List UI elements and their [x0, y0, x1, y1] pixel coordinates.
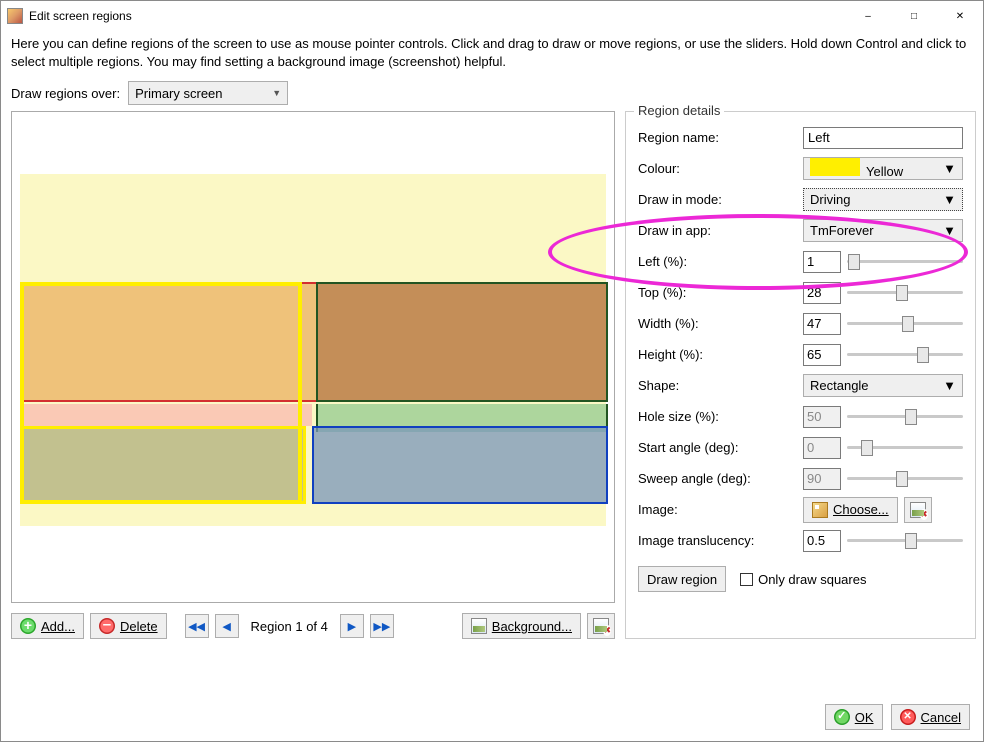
- translucency-input[interactable]: [803, 530, 841, 552]
- start-angle-slider: [847, 437, 963, 459]
- draw-app-label: Draw in app:: [638, 223, 803, 238]
- width-input[interactable]: [803, 313, 841, 335]
- clear-image-button[interactable]: [904, 497, 932, 523]
- nav-prev-button[interactable]: ◀: [215, 614, 239, 638]
- top-input[interactable]: [803, 282, 841, 304]
- delete-icon: [99, 618, 115, 634]
- delete-label: Delete: [120, 619, 158, 634]
- draw-mode-label: Draw in mode:: [638, 192, 803, 207]
- draw-app-combo[interactable]: TmForever ▼: [803, 219, 963, 242]
- delete-button[interactable]: Delete: [90, 613, 167, 639]
- add-label: Add...: [41, 619, 75, 634]
- shape-value: Rectangle: [810, 378, 869, 393]
- ok-button[interactable]: OK: [825, 704, 883, 730]
- hole-label: Hole size (%):: [638, 409, 803, 424]
- only-squares-checkbox[interactable]: Only draw squares: [740, 572, 866, 587]
- nav-page-label: Region 1 of 4: [251, 619, 328, 634]
- region-name-input[interactable]: [803, 127, 963, 149]
- draw-app-value: TmForever: [810, 223, 874, 238]
- colour-swatch: [810, 158, 860, 176]
- translucency-label: Image translucency:: [638, 533, 803, 548]
- left-label: Left (%):: [638, 254, 803, 269]
- app-icon: [7, 8, 23, 24]
- close-button[interactable]: ✕: [937, 1, 983, 31]
- draw-region-label: Draw region: [647, 572, 717, 587]
- start-angle-input: [803, 437, 841, 459]
- add-icon: [20, 618, 36, 634]
- checkbox-box: [740, 573, 753, 586]
- titlebar: Edit screen regions – □ ✕: [1, 1, 983, 31]
- colour-label: Colour:: [638, 161, 803, 176]
- ok-icon: [834, 709, 850, 725]
- window-title: Edit screen regions: [29, 9, 845, 23]
- cancel-button[interactable]: Cancel: [891, 704, 970, 730]
- nav-last-button[interactable]: ▶▶: [370, 614, 394, 638]
- draw-mode-combo[interactable]: Driving ▼: [803, 188, 963, 211]
- only-squares-label: Only draw squares: [758, 572, 866, 587]
- cancel-icon: [900, 709, 916, 725]
- background-button[interactable]: Background...: [462, 613, 581, 639]
- maximize-button[interactable]: □: [891, 1, 937, 31]
- chevron-down-icon: ▼: [943, 378, 956, 393]
- clear-image-icon: [593, 618, 609, 634]
- height-input[interactable]: [803, 344, 841, 366]
- draw-over-label: Draw regions over:: [11, 86, 120, 101]
- region-canvas[interactable]: [11, 111, 615, 603]
- start-angle-label: Start angle (deg):: [638, 440, 803, 455]
- chevron-down-icon: ▼: [943, 192, 956, 207]
- cancel-label: Cancel: [921, 710, 961, 725]
- image-icon: [471, 618, 487, 634]
- intro-text: Here you can define regions of the scree…: [11, 35, 973, 71]
- translucency-slider[interactable]: [847, 530, 963, 552]
- region-name-label: Region name:: [638, 130, 803, 145]
- hole-slider: [847, 406, 963, 428]
- draw-over-combo[interactable]: Primary screen ▼: [128, 81, 288, 105]
- choose-label: Choose...: [833, 502, 889, 517]
- colour-combo[interactable]: Yellow ▼: [803, 157, 963, 180]
- width-label: Width (%):: [638, 316, 803, 331]
- draw-mode-value: Driving: [810, 192, 850, 207]
- left-slider[interactable]: [847, 251, 963, 273]
- add-button[interactable]: Add...: [11, 613, 84, 639]
- minimize-button[interactable]: –: [845, 1, 891, 31]
- details-legend: Region details: [634, 103, 724, 118]
- nav-next-button[interactable]: ▶: [340, 614, 364, 638]
- choose-image-button[interactable]: Choose...: [803, 497, 898, 523]
- background-label: Background...: [492, 619, 572, 634]
- region-details-group: Region details Region name: Colour: Yell…: [625, 111, 976, 639]
- height-slider[interactable]: [847, 344, 963, 366]
- region-green[interactable]: [316, 282, 608, 402]
- chevron-down-icon: ▼: [943, 223, 956, 238]
- chevron-down-icon: ▼: [943, 161, 956, 176]
- image-label: Image:: [638, 502, 803, 517]
- clear-image-icon: [910, 502, 926, 518]
- region-blue[interactable]: [312, 426, 608, 504]
- region-yellow-bottom[interactable]: [20, 426, 306, 504]
- sweep-angle-input: [803, 468, 841, 490]
- top-label: Top (%):: [638, 285, 803, 300]
- chevron-down-icon: ▼: [272, 88, 281, 98]
- pencil-icon: [812, 502, 828, 518]
- hole-input: [803, 406, 841, 428]
- top-slider[interactable]: [847, 282, 963, 304]
- draw-over-value: Primary screen: [135, 86, 222, 101]
- left-input[interactable]: [803, 251, 841, 273]
- clear-background-button[interactable]: [587, 613, 615, 639]
- nav-first-button[interactable]: ◀◀: [185, 614, 209, 638]
- region-pink[interactable]: [20, 404, 312, 426]
- ok-label: OK: [855, 710, 874, 725]
- shape-combo[interactable]: Rectangle ▼: [803, 374, 963, 397]
- colour-value: Yellow: [866, 164, 903, 179]
- sweep-angle-slider: [847, 468, 963, 490]
- draw-region-button[interactable]: Draw region: [638, 566, 726, 592]
- shape-label: Shape:: [638, 378, 803, 393]
- sweep-angle-label: Sweep angle (deg):: [638, 471, 803, 486]
- width-slider[interactable]: [847, 313, 963, 335]
- height-label: Height (%):: [638, 347, 803, 362]
